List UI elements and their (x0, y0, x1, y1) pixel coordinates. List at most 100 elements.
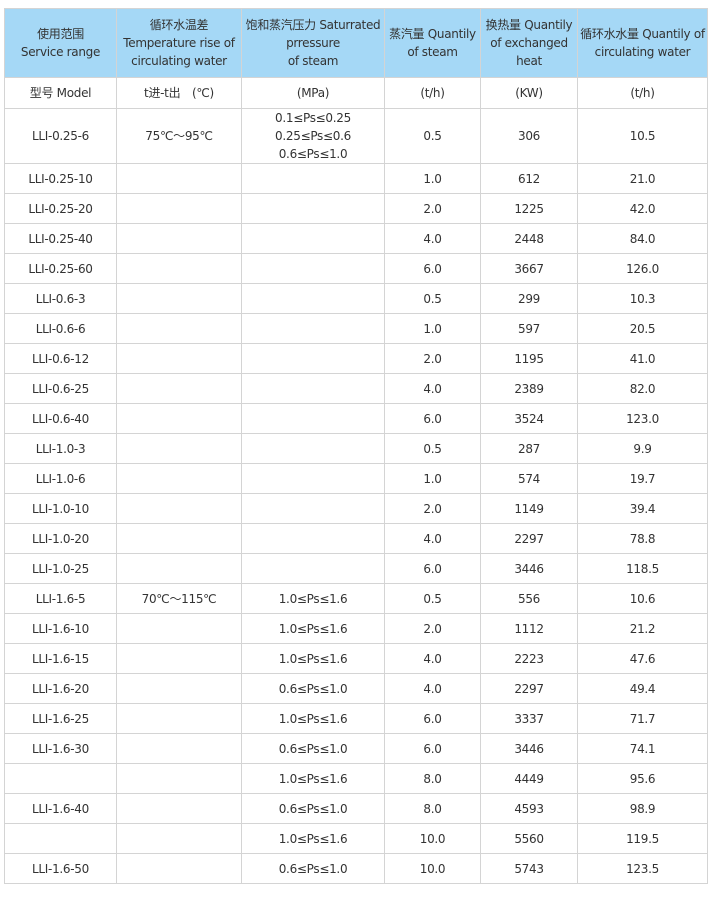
cell-model: LLI-1.0-6 (4, 463, 117, 494)
table-row: LLI-0.6-3 0.5 299 10.3 (4, 283, 708, 314)
cell-model: LLI-0.25-20 (4, 193, 117, 224)
unit-temperature: t进-t出 (℃) (116, 77, 242, 109)
cell-model: LLI-0.25-60 (4, 253, 117, 284)
cell-model: LLI-1.6-10 (4, 613, 117, 644)
cell-heat: 1225 (480, 193, 578, 224)
cell-model: LLI-1.0-20 (4, 523, 117, 554)
cell-water: 19.7 (577, 463, 708, 494)
cell-heat: 2297 (480, 523, 578, 554)
table-row: LLI-1.6-5 70℃～115℃ 1.0≤Ps≤1.6 0.5 556 10.6 (4, 583, 708, 614)
cell-model: LLI-1.6-5 (4, 583, 117, 614)
cell-water: 126.0 (577, 253, 708, 284)
cell-heat: 287 (480, 433, 578, 464)
cell-pressure (241, 433, 385, 464)
cell-water: 47.6 (577, 643, 708, 674)
cell-water: 123.0 (577, 403, 708, 434)
unit-pressure: (MPa) (241, 77, 385, 109)
cell-steam: 2.0 (384, 493, 481, 524)
cell-pressure: 1.0≤Ps≤1.6 (241, 583, 385, 614)
cell-pressure (241, 313, 385, 344)
cell-pressure: 0.6≤Ps≤1.0 (241, 733, 385, 764)
header-steam-quantity: 蒸汽量 Quantily of steam (384, 8, 481, 78)
cell-steam: 6.0 (384, 403, 481, 434)
cell-model (4, 763, 117, 794)
table-row: LLI-1.6-25 1.0≤Ps≤1.6 6.0 3337 71.7 (4, 703, 708, 734)
table-row: LLI-1.6-40 0.6≤Ps≤1.0 8.0 4593 98.9 (4, 793, 708, 824)
cell-steam: 0.5 (384, 583, 481, 614)
cell-temperature (116, 613, 242, 644)
cell-temperature (116, 703, 242, 734)
cell-model: LLI-0.25-10 (4, 163, 117, 194)
cell-heat: 3667 (480, 253, 578, 284)
cell-heat: 3337 (480, 703, 578, 734)
table-row: 1.0≤Ps≤1.6 10.0 5560 119.5 (4, 823, 708, 854)
cell-water: 41.0 (577, 343, 708, 374)
cell-steam: 1.0 (384, 163, 481, 194)
header-saturated-pressure: 饱和蒸汽压力 Saturrated prressure of steam (241, 8, 385, 78)
table-row: LLI-0.25-6 75℃～95℃ 0.1≤Ps≤0.25 0.25≤Ps≤0… (4, 108, 708, 164)
cell-temperature (116, 163, 242, 194)
table-row: LLI-1.0-20 4.0 2297 78.8 (4, 523, 708, 554)
table-row: 1.0≤Ps≤1.6 8.0 4449 95.6 (4, 763, 708, 794)
cell-pressure (241, 523, 385, 554)
cell-model: LLI-1.6-20 (4, 673, 117, 704)
cell-pressure: 1.0≤Ps≤1.6 (241, 763, 385, 794)
cell-water: 10.3 (577, 283, 708, 314)
cell-pressure (241, 343, 385, 374)
header-heat-exchanged: 换热量 Quantily of exchanged heat (480, 8, 578, 78)
cell-model: LLI-1.0-25 (4, 553, 117, 584)
cell-heat: 3446 (480, 553, 578, 584)
table-row: LLI-1.6-10 1.0≤Ps≤1.6 2.0 1112 21.2 (4, 613, 708, 644)
cell-temperature (116, 673, 242, 704)
cell-steam: 6.0 (384, 703, 481, 734)
cell-model: LLI-1.0-10 (4, 493, 117, 524)
cell-steam: 4.0 (384, 673, 481, 704)
cell-steam: 2.0 (384, 343, 481, 374)
pressure-range: 0.25≤Ps≤0.6 (275, 129, 351, 143)
cell-water: 42.0 (577, 193, 708, 224)
cell-water: 39.4 (577, 493, 708, 524)
cell-water: 84.0 (577, 223, 708, 254)
cell-model: LLI-0.6-12 (4, 343, 117, 374)
cell-water: 9.9 (577, 433, 708, 464)
table-row: LLI-1.0-6 1.0 574 19.7 (4, 463, 708, 494)
cell-heat: 4593 (480, 793, 578, 824)
table-row: LLI-1.6-30 0.6≤Ps≤1.0 6.0 3446 74.1 (4, 733, 708, 764)
cell-pressure: 0.6≤Ps≤1.0 (241, 793, 385, 824)
cell-pressure: 1.0≤Ps≤1.6 (241, 703, 385, 734)
cell-temperature (116, 313, 242, 344)
cell-heat: 2448 (480, 223, 578, 254)
cell-water: 119.5 (577, 823, 708, 854)
table-row: LLI-0.6-40 6.0 3524 123.0 (4, 403, 708, 434)
spec-table: 使用范围 Service range 循环水温差 Temperature ris… (4, 8, 708, 884)
table-row: LLI-0.25-10 1.0 612 21.0 (4, 163, 708, 194)
cell-steam: 1.0 (384, 313, 481, 344)
cell-steam: 8.0 (384, 763, 481, 794)
cell-temperature (116, 793, 242, 824)
cell-model: LLI-0.6-40 (4, 403, 117, 434)
cell-pressure (241, 403, 385, 434)
pressure-range: 0.6≤Ps≤1.0 (278, 147, 348, 161)
cell-steam: 2.0 (384, 193, 481, 224)
cell-water: 20.5 (577, 313, 708, 344)
cell-steam: 0.5 (384, 108, 481, 164)
table-row: LLI-0.25-20 2.0 1225 42.0 (4, 193, 708, 224)
cell-model: LLI-0.6-25 (4, 373, 117, 404)
cell-water: 10.5 (577, 108, 708, 164)
cell-steam: 0.5 (384, 283, 481, 314)
cell-temperature (116, 853, 242, 884)
header-circulating-water: 循环水水量 Quantily of circulating water (577, 8, 708, 78)
cell-model: LLI-1.6-30 (4, 733, 117, 764)
cell-steam: 1.0 (384, 463, 481, 494)
cell-temperature (116, 433, 242, 464)
header-service-range: 使用范围 Service range (4, 8, 117, 78)
cell-water: 98.9 (577, 793, 708, 824)
cell-heat: 5560 (480, 823, 578, 854)
cell-heat: 306 (480, 108, 578, 164)
cell-steam: 8.0 (384, 793, 481, 824)
cell-temperature (116, 763, 242, 794)
cell-temperature (116, 403, 242, 434)
cell-pressure: 0.6≤Ps≤1.0 (241, 853, 385, 884)
cell-model: LLI-0.6-6 (4, 313, 117, 344)
cell-steam: 10.0 (384, 853, 481, 884)
